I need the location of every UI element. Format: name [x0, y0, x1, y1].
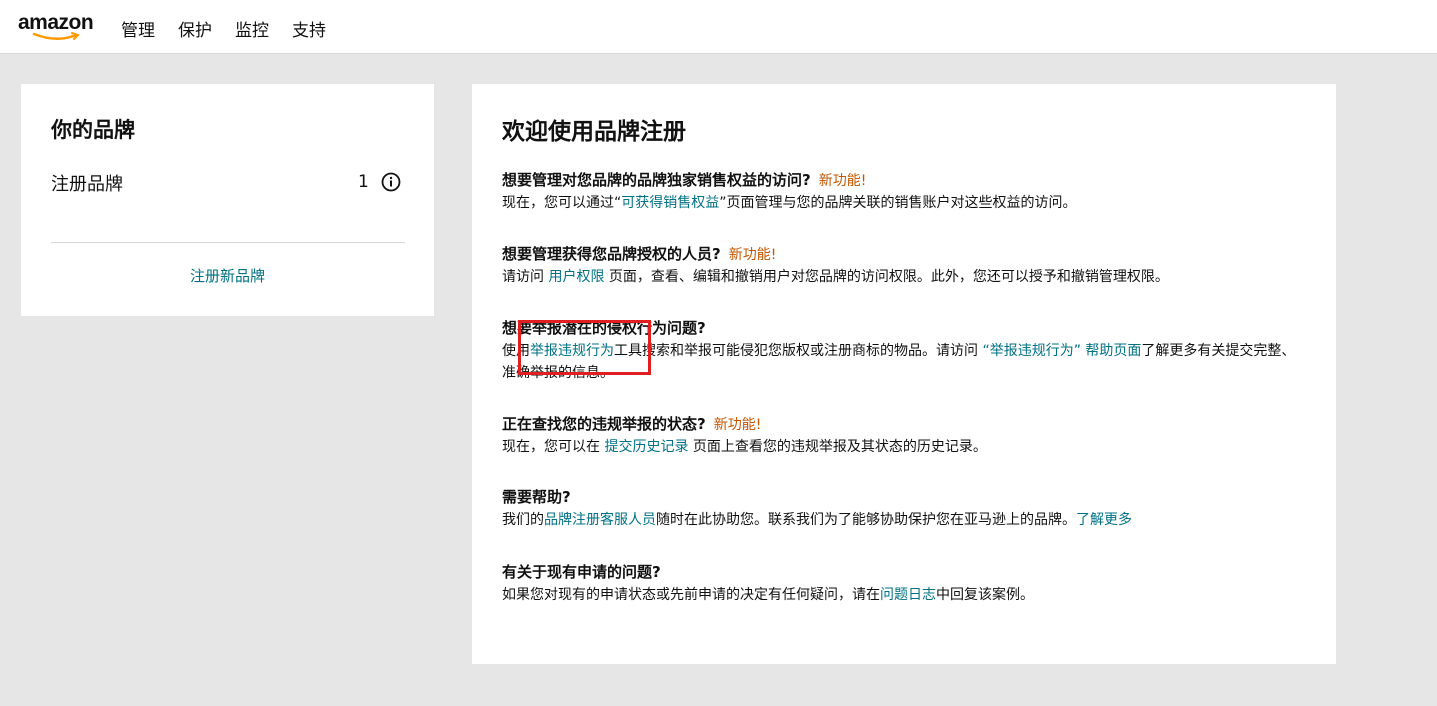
registered-brands-count: 1 [358, 172, 369, 192]
section-text: 工具搜索和举报可能侵犯您版权或注册商标的物品。请访问 [614, 343, 983, 359]
new-feature-badge: 新功能! [818, 173, 867, 189]
section-need-help: 需要帮助? 我们的品牌注册客服人员随时在此协助您。联系我们为了能够协助保护您在亚… [502, 486, 1302, 531]
new-feature-badge: 新功能! [728, 247, 777, 263]
section-text: 中回复该案例。 [936, 587, 1034, 603]
your-brands-title: 你的品牌 [51, 118, 135, 142]
sales-entitlements-link[interactable]: 可获得销售权益 [621, 195, 719, 211]
section-text: 页面，查看、编辑和撤销用户对您品牌的访问权限。此外，您还可以授予和撤销管理权限。 [604, 269, 1169, 285]
your-brands-card: 你的品牌 注册品牌 1 注册新品牌 [21, 84, 434, 316]
top-navigation-bar: amazon 管理 保护 监控 支持 [0, 0, 1437, 54]
card-divider [51, 242, 405, 243]
nav-support[interactable]: 支持 [292, 16, 326, 41]
welcome-title: 欢迎使用品牌注册 [502, 119, 686, 145]
section-submission-history: 正在查找您的违规举报的状态? 新功能! 现在，您可以在 提交历史记录 页面上查看您… [502, 413, 1302, 458]
section-existing-applications: 有关于现有申请的问题? 如果您对现有的申请状态或先前申请的决定有任何疑问，请在问… [502, 561, 1302, 606]
section-text: 使用 [502, 343, 530, 359]
section-text: 我们的 [502, 512, 544, 528]
main-nav: 管理 保护 监控 支持 [121, 16, 349, 41]
nav-protect[interactable]: 保护 [178, 16, 212, 41]
section-text: 如果您对现有的申请状态或先前申请的决定有任何疑问，请在 [502, 587, 880, 603]
user-permissions-link[interactable]: 用户权限 [548, 269, 604, 285]
section-user-permissions: 想要管理获得您品牌授权的人员? 新功能! 请访问 用户权限 页面，查看、编辑和撤销… [502, 243, 1302, 288]
amazon-smile-icon [32, 32, 80, 40]
section-question: 想要管理获得您品牌授权的人员? [502, 245, 721, 263]
learn-more-link[interactable]: 了解更多 [1076, 512, 1132, 528]
section-question: 有关于现有申请的问题? [502, 563, 661, 581]
section-text: 请访问 [502, 269, 549, 285]
section-report-violation: 想要举报潜在的侵权行为问题? 使用举报违规行为工具搜索和举报可能侵犯您版权或注册… [502, 317, 1302, 384]
section-text: 随时在此协助您。联系我们为了能够协助保护您在亚马逊上的品牌。 [656, 512, 1076, 528]
section-text: ”页面管理与您的品牌关联的销售账户对这些权益的访问。 [719, 195, 1077, 211]
register-new-brand-link[interactable]: 注册新品牌 [21, 265, 434, 286]
registered-brands-label: 注册品牌 [51, 174, 123, 195]
new-feature-badge: 新功能! [713, 417, 762, 433]
case-log-link[interactable]: 问题日志 [880, 587, 936, 603]
report-violation-link[interactable]: 举报违规行为 [530, 343, 614, 359]
brand-registry-support-link[interactable]: 品牌注册客服人员 [544, 512, 656, 528]
nav-manage[interactable]: 管理 [121, 16, 155, 41]
amazon-logo[interactable]: amazon [18, 12, 98, 42]
section-text: 页面上查看您的违规举报及其状态的历史记录。 [688, 439, 987, 455]
section-text: 现在，您可以在 [502, 439, 605, 455]
amazon-logo-text: amazon [18, 11, 94, 34]
info-icon[interactable] [381, 172, 401, 192]
report-violation-help-link[interactable]: “举报违规行为” 帮助页面 [982, 343, 1141, 359]
section-text: 现在，您可以通过“ [502, 195, 622, 211]
section-question: 需要帮助? [502, 488, 571, 506]
submission-history-link[interactable]: 提交历史记录 [604, 439, 688, 455]
section-sales-entitlements: 想要管理对您品牌的品牌独家销售权益的访问? 新功能! 现在，您可以通过“可获得销售… [502, 169, 1302, 214]
section-question: 正在查找您的违规举报的状态? [502, 415, 706, 433]
section-question: 想要举报潜在的侵权行为问题? [502, 319, 706, 337]
nav-monitor[interactable]: 监控 [235, 16, 269, 41]
section-question: 想要管理对您品牌的品牌独家销售权益的访问? [502, 171, 811, 189]
welcome-card: 欢迎使用品牌注册 想要管理对您品牌的品牌独家销售权益的访问? 新功能! 现在，您可… [472, 84, 1336, 664]
